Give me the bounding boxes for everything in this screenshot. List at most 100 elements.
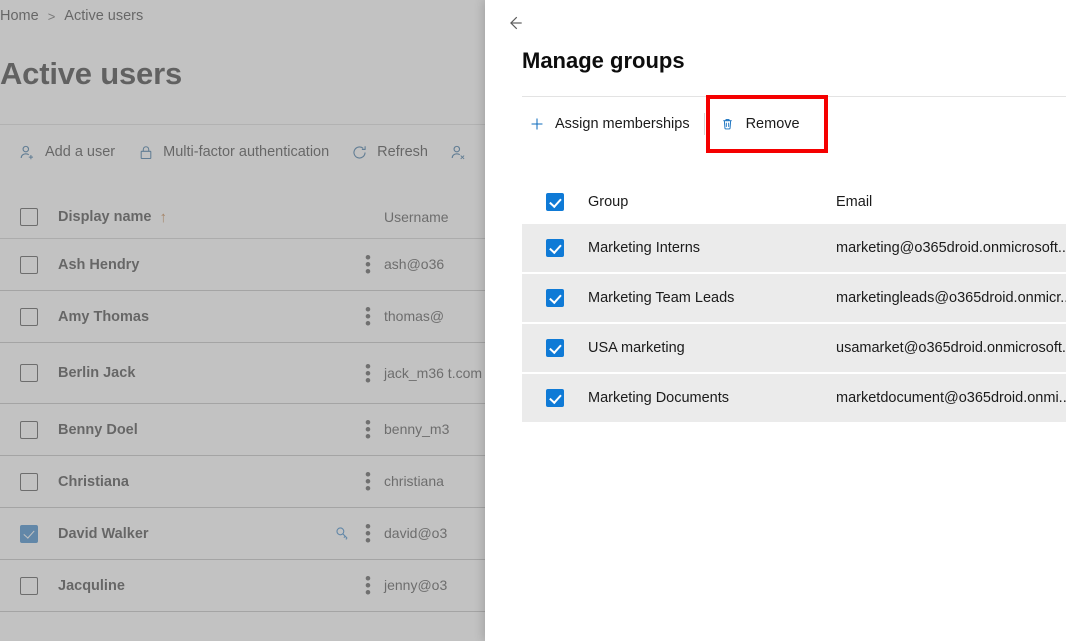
- row-actions: •••: [365, 254, 384, 275]
- row-more-options-icon[interactable]: •••: [365, 306, 370, 327]
- user-username: jenny@o3: [384, 577, 500, 594]
- command-bar-divider: [0, 124, 500, 125]
- row-select-cell: [0, 256, 58, 274]
- select-all-checkbox[interactable]: [546, 193, 564, 211]
- multi-factor-authentication-button[interactable]: Multi-factor authentication: [126, 138, 340, 167]
- table-row-selected[interactable]: David Walker ••• david@o3: [0, 508, 500, 560]
- delete-user-button[interactable]: [439, 138, 478, 167]
- lock-icon: [137, 144, 154, 161]
- group-name: USA marketing: [588, 340, 836, 356]
- column-header-display-name-label: Display name: [58, 209, 152, 225]
- add-user-icon: [19, 144, 36, 161]
- command-bar: Add a user Multi-factor authentication R…: [8, 134, 478, 170]
- group-row[interactable]: USA marketing usamarket@o365droid.onmicr…: [522, 324, 1066, 374]
- select-all-cell: [522, 193, 588, 211]
- user-username: ash@o36: [384, 256, 500, 273]
- table-row[interactable]: Amy Thomas ••• thomas@: [0, 291, 500, 343]
- row-more-options-icon[interactable]: •••: [365, 254, 370, 275]
- row-actions: •••: [365, 419, 384, 440]
- group-name: Marketing Interns: [588, 240, 836, 256]
- row-select-cell: [0, 308, 58, 326]
- group-checkbox[interactable]: [546, 239, 564, 257]
- table-row[interactable]: Jacquline ••• jenny@o3: [0, 560, 500, 612]
- active-users-table: Display name ↑ Username Ash Hendry ••• a…: [0, 196, 500, 612]
- row-more-options-icon[interactable]: •••: [365, 363, 370, 384]
- user-display-name[interactable]: Berlin Jack: [58, 365, 365, 381]
- breadcrumb: Home > Active users: [0, 4, 143, 28]
- sort-ascending-icon: ↑: [160, 209, 168, 226]
- row-actions: •••: [365, 575, 384, 596]
- row-more-options-icon[interactable]: •••: [365, 471, 370, 492]
- group-email: marketingleads@o365droid.onmicr...: [836, 290, 1066, 306]
- row-select-cell: [0, 421, 58, 439]
- table-row[interactable]: Berlin Jack ••• jack_m36 t.com: [0, 343, 500, 404]
- group-checkbox[interactable]: [546, 339, 564, 357]
- back-button[interactable]: [503, 8, 535, 38]
- table-row[interactable]: Christiana ••• christiana: [0, 456, 500, 508]
- user-username: christiana: [384, 473, 500, 490]
- assign-memberships-label: Assign memberships: [555, 116, 690, 132]
- table-row[interactable]: Ash Hendry ••• ash@o36: [0, 239, 500, 291]
- group-email: marketing@o365droid.onmicrosoft....: [836, 240, 1066, 256]
- row-checkbox[interactable]: [20, 364, 38, 382]
- select-all-cell: [0, 208, 58, 226]
- key-icon[interactable]: [334, 525, 351, 542]
- user-username: thomas@: [384, 308, 500, 325]
- column-header-display-name[interactable]: Display name ↑: [58, 209, 370, 226]
- row-actions: •••: [365, 363, 384, 384]
- breadcrumb-home[interactable]: Home: [0, 8, 39, 24]
- table-row[interactable]: Benny Doel ••• benny_m3: [0, 404, 500, 456]
- trash-icon: [719, 116, 736, 133]
- delete-user-icon: [450, 144, 467, 161]
- panel-title: Manage groups: [522, 48, 685, 74]
- group-name: Marketing Team Leads: [588, 290, 836, 306]
- group-email: usamarket@o365droid.onmicrosoft....: [836, 340, 1066, 356]
- row-checkbox[interactable]: [20, 256, 38, 274]
- group-row[interactable]: Marketing Documents marketdocument@o365d…: [522, 374, 1066, 422]
- refresh-button[interactable]: Refresh: [340, 138, 439, 167]
- panel-command-divider: [522, 96, 1066, 97]
- panel-command-bar: Assign memberships Remove: [519, 107, 809, 141]
- group-select-cell: [522, 289, 588, 307]
- groups-table-header: Group Email: [522, 180, 1066, 224]
- group-select-cell: [522, 389, 588, 407]
- row-select-cell: [0, 473, 58, 491]
- row-checkbox[interactable]: [20, 577, 38, 595]
- assign-memberships-button[interactable]: Assign memberships: [519, 110, 699, 139]
- select-all-checkbox[interactable]: [20, 208, 38, 226]
- user-display-name[interactable]: Amy Thomas: [58, 309, 365, 325]
- row-more-options-icon[interactable]: •••: [365, 523, 370, 544]
- add-a-user-button[interactable]: Add a user: [8, 138, 126, 167]
- group-checkbox[interactable]: [546, 289, 564, 307]
- table-header-row: Display name ↑ Username: [0, 196, 500, 239]
- group-row[interactable]: Marketing Team Leads marketingleads@o365…: [522, 274, 1066, 324]
- user-display-name[interactable]: Ash Hendry: [58, 257, 365, 273]
- row-checkbox[interactable]: [20, 308, 38, 326]
- user-username: david@o3: [384, 525, 500, 542]
- group-checkbox[interactable]: [546, 389, 564, 407]
- refresh-label: Refresh: [377, 144, 428, 160]
- row-checkbox[interactable]: [20, 525, 38, 543]
- group-row[interactable]: Marketing Interns marketing@o365droid.on…: [522, 224, 1066, 274]
- user-display-name[interactable]: Jacquline: [58, 578, 365, 594]
- add-a-user-label: Add a user: [45, 144, 115, 160]
- row-more-options-icon[interactable]: •••: [365, 575, 370, 596]
- group-select-cell: [522, 339, 588, 357]
- user-display-name[interactable]: David Walker: [58, 526, 334, 542]
- row-checkbox[interactable]: [20, 421, 38, 439]
- remove-button[interactable]: Remove: [710, 110, 809, 139]
- breadcrumb-active-users[interactable]: Active users: [64, 8, 143, 24]
- row-checkbox[interactable]: [20, 473, 38, 491]
- page-title: Active users: [0, 56, 182, 92]
- row-select-cell: [0, 525, 58, 543]
- row-more-options-icon[interactable]: •••: [365, 419, 370, 440]
- manage-groups-table: Group Email Marketing Interns marketing@…: [522, 180, 1066, 422]
- group-name: Marketing Documents: [588, 390, 836, 406]
- user-display-name[interactable]: Benny Doel: [58, 422, 365, 438]
- column-header-username[interactable]: Username: [384, 209, 500, 226]
- user-display-name[interactable]: Christiana: [58, 474, 365, 490]
- breadcrumb-separator-icon: >: [48, 9, 56, 24]
- row-actions: •••: [334, 523, 384, 544]
- remove-label: Remove: [746, 116, 800, 132]
- back-arrow-icon: [508, 14, 530, 32]
